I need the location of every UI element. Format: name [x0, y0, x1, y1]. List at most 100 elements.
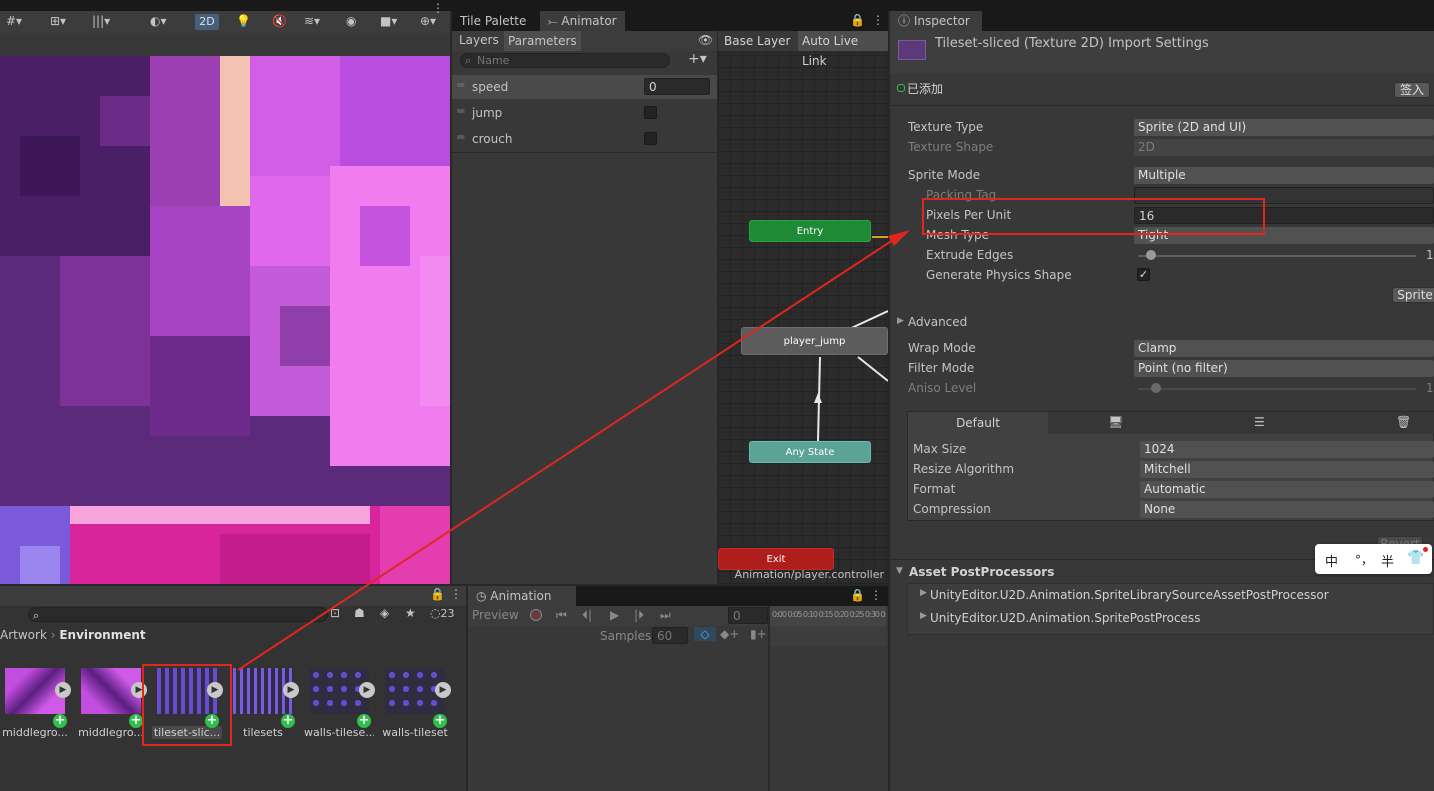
- ime-toolbar[interactable]: 中 °， 半 👕: [1315, 544, 1432, 574]
- param-jump-checkbox[interactable]: [644, 106, 657, 119]
- breadcrumb-environment[interactable]: Environment: [59, 628, 145, 642]
- play-icon[interactable]: ▶: [359, 682, 375, 698]
- hidden-packages-icon[interactable]: ◌23: [430, 606, 454, 620]
- tab-inspector[interactable]: ⓘ Inspector: [890, 11, 982, 31]
- drag-handle-icon[interactable]: ═: [457, 78, 464, 92]
- trash-platform-icon[interactable]: 🗑: [1396, 415, 1411, 429]
- record-icon[interactable]: [530, 609, 542, 621]
- param-row-crouch[interactable]: ═ crouch: [452, 127, 717, 151]
- search-by-type-icon[interactable]: ⊡: [330, 606, 340, 620]
- param-row-jump[interactable]: ═ jump: [452, 101, 717, 125]
- physics-shape-checkbox[interactable]: ✓: [1137, 268, 1150, 281]
- foldout-arrow-icon[interactable]: ▶: [920, 588, 927, 598]
- prev-key-icon[interactable]: ⏴|: [582, 608, 592, 623]
- param-crouch-checkbox[interactable]: [644, 132, 657, 145]
- ime-punct-mode[interactable]: °，: [1355, 551, 1373, 568]
- param-search-input[interactable]: ⌕ Name: [460, 53, 670, 68]
- param-speed-value[interactable]: 0: [644, 78, 710, 95]
- favorite-icon[interactable]: ★: [405, 606, 416, 620]
- max-size-dropdown[interactable]: 1024: [1140, 441, 1434, 458]
- preview-button[interactable]: Preview: [472, 608, 519, 622]
- postprocessors-foldout-icon[interactable]: ▼: [896, 566, 903, 576]
- sprite-editor-button[interactable]: Sprite: [1392, 287, 1434, 303]
- lock-icon[interactable]: 🔒: [430, 587, 445, 601]
- scene-view[interactable]: #▾ ⊞▾ |||▾ ◐▾ 2D 💡 🔇 ≋▾ ◉ ■▾ ⊕▾ ⋮: [0, 1, 450, 584]
- state-exit[interactable]: Exit: [718, 548, 834, 570]
- asset-item[interactable]: ▶ + walls-tilese...: [304, 668, 375, 739]
- play-icon[interactable]: ▶: [610, 608, 619, 622]
- light-icon[interactable]: 💡: [236, 14, 251, 28]
- project-kebab-icon[interactable]: ⋮: [450, 587, 462, 601]
- monitor-icon[interactable]: 🖥: [1108, 415, 1123, 429]
- play-icon[interactable]: ▶: [435, 682, 451, 698]
- add-icon[interactable]: +: [129, 714, 143, 728]
- asset-item[interactable]: ▶ + middlegro...: [0, 668, 71, 739]
- postprocessors-header[interactable]: Asset PostProcessors: [909, 565, 1054, 579]
- wrap-mode-dropdown[interactable]: Clamp: [1134, 340, 1434, 357]
- play-icon[interactable]: ▶: [55, 682, 71, 698]
- timeline-area[interactable]: [770, 626, 886, 646]
- resize-dropdown[interactable]: Mitchell: [1140, 461, 1434, 478]
- animation-kebab-icon[interactable]: ⋮: [870, 588, 882, 602]
- postprocessor-item[interactable]: UnityEditor.U2D.Animation.SpriteLibraryS…: [930, 588, 1329, 602]
- state-any-state[interactable]: Any State: [749, 441, 871, 463]
- drag-handle-icon[interactable]: ═: [457, 130, 464, 144]
- scene-kebab-icon[interactable]: ⋮: [432, 1, 444, 15]
- ime-chinese-mode[interactable]: 中: [1325, 551, 1338, 570]
- ime-half-width[interactable]: 半: [1381, 551, 1394, 570]
- filter-mode-dropdown[interactable]: Point (no filter): [1134, 360, 1434, 377]
- asset-item[interactable]: ▶ + middlegro...: [76, 668, 147, 739]
- server-icon[interactable]: ☰: [1254, 415, 1265, 429]
- add-param-icon[interactable]: +▾: [688, 51, 707, 67]
- foldout-arrow-icon[interactable]: ▶: [920, 611, 927, 621]
- frame-input[interactable]: 0: [728, 607, 768, 624]
- tab-platform-default[interactable]: Default: [908, 412, 1048, 434]
- breadcrumb-artwork[interactable]: Artwork: [0, 628, 47, 642]
- tab-tile-palette[interactable]: Tile Palette: [452, 11, 534, 31]
- add-keyframe-icon[interactable]: ◆+: [720, 627, 739, 641]
- postprocessor-item[interactable]: UnityEditor.U2D.Animation.SpritePostProc…: [930, 611, 1200, 625]
- lock-icon[interactable]: 🔒: [850, 13, 865, 27]
- checkin-button[interactable]: 签入: [1394, 82, 1430, 98]
- grid-snap-icon[interactable]: #▾: [6, 14, 22, 28]
- animator-graph[interactable]: Base Layer Auto Live Link Entry player_j…: [718, 31, 888, 584]
- increment-snap-icon[interactable]: ⊞▾: [50, 14, 66, 28]
- state-entry[interactable]: Entry: [749, 220, 871, 242]
- add-icon[interactable]: +: [53, 714, 67, 728]
- visibility-icon[interactable]: ◉: [346, 14, 356, 28]
- camera-icon[interactable]: ■▾: [380, 14, 397, 28]
- param-row-speed[interactable]: ═ speed 0: [452, 75, 717, 99]
- last-key-icon[interactable]: ⏭: [660, 608, 671, 623]
- add-icon[interactable]: +: [281, 714, 295, 728]
- lock-icon[interactable]: 🔒: [850, 588, 865, 602]
- eye-icon[interactable]: 👁: [698, 33, 713, 47]
- tab-animator[interactable]: ⤚ Animator: [540, 11, 625, 31]
- advanced-foldout[interactable]: Advanced: [908, 315, 967, 329]
- sprite-mode-dropdown[interactable]: Multiple: [1134, 167, 1434, 184]
- asset-item[interactable]: ▶ + walls-tileset: [380, 668, 451, 739]
- compression-dropdown[interactable]: None: [1140, 501, 1434, 518]
- tab-layers[interactable]: Layers: [459, 33, 499, 47]
- add-icon[interactable]: +: [433, 714, 447, 728]
- tab-parameters[interactable]: Parameters: [504, 31, 581, 51]
- extrude-slider-thumb[interactable]: [1146, 250, 1156, 260]
- gizmos-icon[interactable]: ⊕▾: [420, 14, 436, 28]
- extrude-slider-track[interactable]: [1138, 255, 1416, 257]
- samples-input[interactable]: 60: [652, 627, 688, 644]
- extrude-value[interactable]: 1: [1426, 248, 1434, 262]
- effects-icon[interactable]: ≋▾: [304, 14, 320, 28]
- animator-kebab-icon[interactable]: ⋮: [872, 13, 884, 27]
- label-filter-icon[interactable]: ◈: [380, 606, 389, 620]
- ruler-icon[interactable]: |||▾: [92, 14, 110, 28]
- state-player-jump[interactable]: player_jump: [741, 327, 888, 355]
- ime-skin-icon[interactable]: 👕: [1407, 550, 1424, 566]
- project-search-input[interactable]: ⌕: [28, 607, 328, 622]
- play-icon[interactable]: ▶: [283, 682, 299, 698]
- first-key-icon[interactable]: ⏮: [556, 608, 567, 623]
- advanced-foldout-icon[interactable]: ▶: [897, 316, 904, 326]
- tab-animation[interactable]: ◷ Animation: [468, 586, 576, 606]
- mode-2d-button[interactable]: 2D: [195, 14, 219, 30]
- drag-handle-icon[interactable]: ═: [457, 104, 464, 118]
- texture-type-dropdown[interactable]: Sprite (2D and UI): [1134, 119, 1434, 136]
- next-key-icon[interactable]: |⏵: [634, 608, 644, 623]
